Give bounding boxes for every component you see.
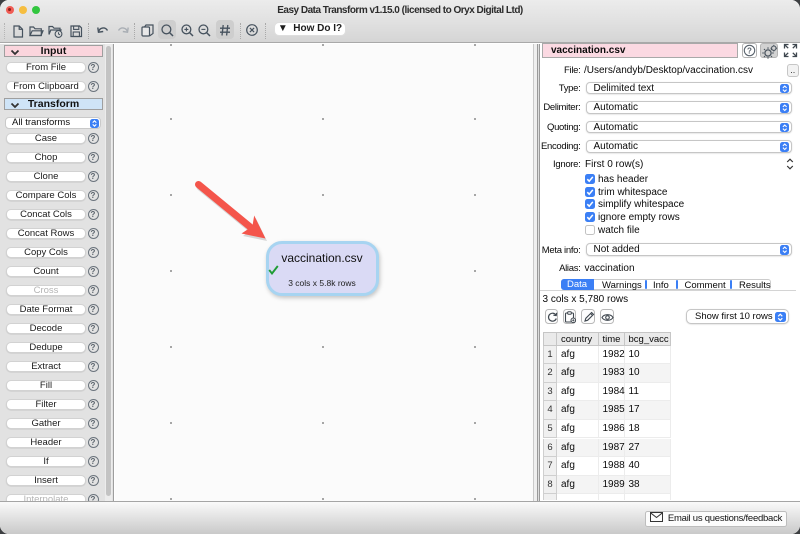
svg-text:?: ? — [747, 46, 752, 55]
